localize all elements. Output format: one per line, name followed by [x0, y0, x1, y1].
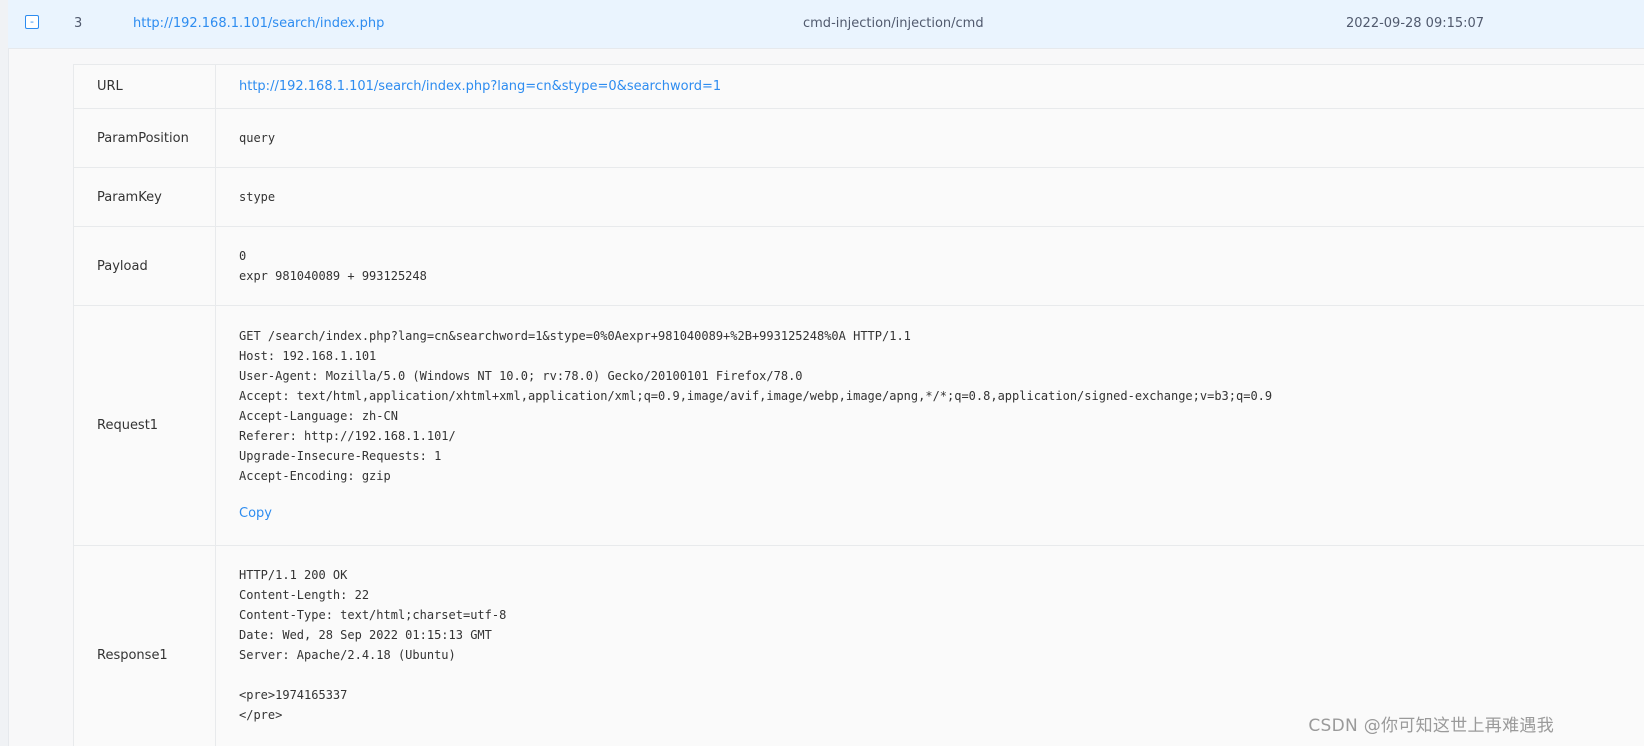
detail-url-link[interactable]: http://192.168.1.101/search/index.php?la…: [239, 79, 1644, 94]
expanded-detail-area: URL http://192.168.1.101/search/index.ph…: [8, 49, 1644, 746]
detail-value-payload-cell: 0 expr 981040089 + 993125248: [216, 227, 1644, 305]
detail-label-request1: Request1: [74, 306, 216, 545]
watermark: CSDN @你可知这世上再难遇我: [1308, 716, 1554, 736]
detail-label-payload: Payload: [74, 227, 216, 305]
response-line: <pre>1974165337: [239, 688, 348, 702]
detail-value-url-cell: http://192.168.1.101/search/index.php?la…: [216, 65, 1644, 108]
response-line: Content-Length: 22: [239, 588, 370, 602]
row-timestamp: 2022-09-28 09:15:07: [1346, 16, 1485, 31]
request-line: GET /search/index.php?lang=cn&searchword…: [239, 329, 911, 343]
row-vuln-type: cmd-injection/injection/cmd: [803, 16, 984, 31]
detail-value-param-position: query: [239, 131, 276, 145]
response-line: Content-Type: text/html;charset=utf-8: [239, 608, 507, 622]
detail-value-param-position-cell: query: [216, 109, 1644, 167]
page: - 3 http://192.168.1.101/search/index.ph…: [0, 0, 1644, 746]
detail-table: URL http://192.168.1.101/search/index.ph…: [73, 64, 1644, 746]
detail-row-payload: Payload 0 expr 981040089 + 993125248: [74, 227, 1644, 306]
response-line: Date: Wed, 28 Sep 2022 01:15:13 GMT: [239, 628, 492, 642]
request-line: Accept: text/html,application/xhtml+xml,…: [239, 389, 1273, 403]
detail-row-param-position: ParamPosition query: [74, 109, 1644, 168]
detail-row-request1: Request1 GET /search/index.php?lang=cn&s…: [74, 306, 1644, 546]
row-index: 3: [74, 16, 83, 31]
request-line: Host: 192.168.1.101: [239, 349, 377, 363]
request-line: Upgrade-Insecure-Requests: 1: [239, 449, 442, 463]
detail-row-url: URL http://192.168.1.101/search/index.ph…: [74, 65, 1644, 109]
collapse-row-button[interactable]: -: [25, 15, 39, 29]
request-line: Referer: http://192.168.1.101/: [239, 429, 456, 443]
detail-label-param-position: ParamPosition: [74, 109, 216, 167]
row-url-link[interactable]: http://192.168.1.101/search/index.php: [133, 16, 384, 31]
copy-request-button[interactable]: Copy: [239, 506, 1644, 521]
detail-value-request1-cell: GET /search/index.php?lang=cn&searchword…: [216, 306, 1644, 545]
detail-label-response1: Response1: [74, 546, 216, 746]
request-line: Accept-Language: zh-CN: [239, 409, 398, 423]
request-line: Accept-Encoding: gzip: [239, 469, 391, 483]
response-line: HTTP/1.1 200 OK: [239, 568, 348, 582]
detail-label-url: URL: [74, 65, 216, 108]
detail-value-param-key-cell: stype: [216, 168, 1644, 226]
detail-label-param-key: ParamKey: [74, 168, 216, 226]
request-line: User-Agent: Mozilla/5.0 (Windows NT 10.0…: [239, 369, 803, 383]
response-line: Server: Apache/2.4.18 (Ubuntu): [239, 648, 456, 662]
detail-value-param-key: stype: [239, 190, 276, 204]
response-line: [239, 665, 1644, 685]
payload-line: expr 981040089 + 993125248: [239, 269, 427, 283]
payload-line: 0: [239, 249, 247, 263]
detail-row-param-key: ParamKey stype: [74, 168, 1644, 227]
result-table-row[interactable]: - 3 http://192.168.1.101/search/index.ph…: [8, 0, 1644, 49]
